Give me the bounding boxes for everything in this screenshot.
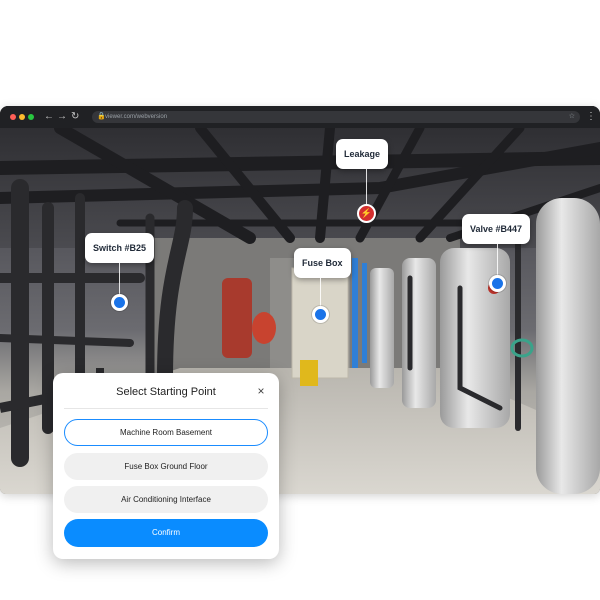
valve-label[interactable]: Valve #B447 xyxy=(462,214,531,244)
minimize-window-dot[interactable] xyxy=(19,114,25,120)
switch-pin-dot-icon[interactable] xyxy=(111,294,128,311)
browser-toolbar: ← → ↻ 🔒 viewer.com/webversion ☆ ⋮ xyxy=(0,106,600,128)
valve-pin-dot-icon[interactable] xyxy=(489,275,506,292)
back-arrow-icon[interactable]: ← xyxy=(44,110,54,124)
close-icon[interactable]: × xyxy=(254,384,268,398)
confirm-button[interactable]: Confirm xyxy=(64,519,268,547)
option-fuse-box-ground-floor[interactable]: Fuse Box Ground Floor xyxy=(64,453,268,480)
option-machine-room-basement[interactable]: Machine Room Basement xyxy=(64,419,268,446)
option-air-conditioning-interface[interactable]: Air Conditioning Interface xyxy=(64,486,268,513)
url-text: viewer.com/webversion xyxy=(105,114,168,120)
address-bar[interactable]: 🔒 viewer.com/webversion ☆ xyxy=(92,111,580,123)
reload-icon[interactable]: ↻ xyxy=(71,110,79,124)
maximize-window-dot[interactable] xyxy=(28,114,34,120)
fuse-box-label[interactable]: Fuse Box xyxy=(294,248,351,278)
leakage-pin-line xyxy=(366,169,367,205)
browser-menu-icon[interactable]: ⋮ xyxy=(586,110,596,124)
lock-icon: 🔒 xyxy=(97,113,106,120)
forward-arrow-icon[interactable]: → xyxy=(57,110,67,124)
select-starting-point-dialog: Select Starting Point × Machine Room Bas… xyxy=(53,373,279,559)
lightning-icon[interactable]: ⚡ xyxy=(357,204,376,223)
divider xyxy=(64,408,268,409)
close-window-dot[interactable] xyxy=(10,114,16,120)
switch-label[interactable]: Switch #B25 xyxy=(85,233,155,263)
leakage-label[interactable]: Leakage xyxy=(336,139,389,169)
bookmark-star-icon[interactable]: ☆ xyxy=(569,111,575,123)
dialog-title: Select Starting Point xyxy=(116,386,216,398)
fuse-box-pin-dot-icon[interactable] xyxy=(312,306,329,323)
